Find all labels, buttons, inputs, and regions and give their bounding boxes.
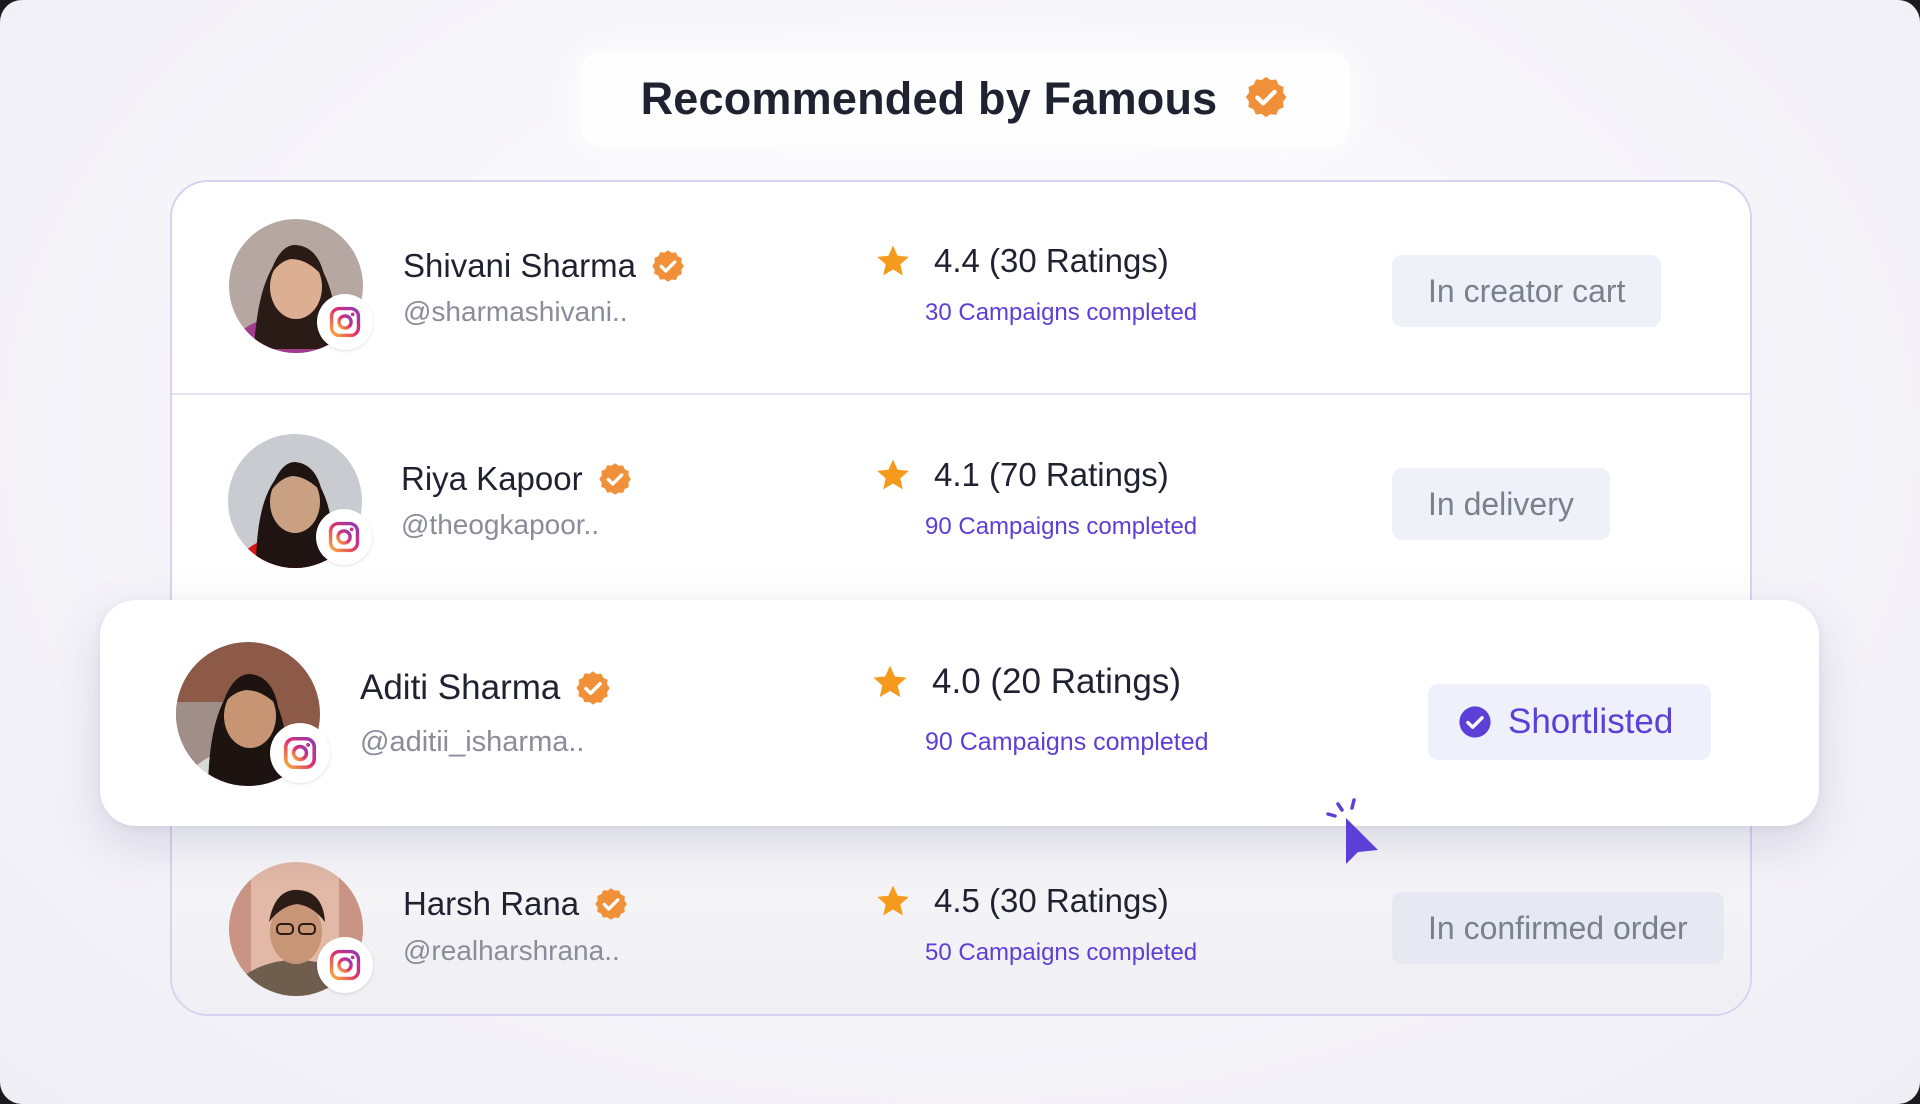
star-icon [877,885,909,916]
verified-badge-icon [652,250,684,282]
instagram-icon [317,294,373,350]
check-circle-icon [1459,706,1491,738]
star-icon [877,245,909,276]
creator-row-harsh[interactable]: Harsh Rana @realharshrana.. 4.5 (30 Rati… [172,822,1750,1014]
creator-name: Harsh Rana [403,885,580,922]
status-badge[interactable]: In confirmed order [1392,892,1724,964]
status-badge[interactable]: In creator cart [1392,255,1662,327]
canvas: Recommended by Famous Shivani Sharma @sh… [0,0,1920,1104]
creator-handle: @theogkapoor.. [401,509,600,540]
creator-name: Riya Kapoor [401,460,583,497]
creator-row-riya[interactable]: Riya Kapoor @theogkapoor.. 4.1 (70 Ratin… [172,397,1750,610]
instagram-icon [316,509,372,565]
rating-text: 4.5 (30 Ratings) [934,882,1169,919]
creator-row-aditi[interactable]: Aditi Sharma @aditii_isharma.. 4.0 (20 R… [100,600,1819,826]
creator-row-shivani[interactable]: Shivani Sharma @sharmashivani.. 4.4 (30 … [172,182,1750,395]
verified-badge-icon [1243,74,1289,125]
status-badge[interactable]: In delivery [1392,468,1610,540]
creator-name: Aditi Sharma [360,668,561,707]
header: Recommended by Famous [580,52,1350,146]
verified-badge-icon [595,888,627,920]
campaigns-completed: 50 Campaigns completed [925,939,1198,966]
creator-list: Shivani Sharma @sharmashivani.. 4.4 (30 … [170,180,1752,1016]
shortlisted-button[interactable]: Shortlisted [1428,684,1712,760]
verified-badge-icon [598,463,631,495]
creator-name: Shivani Sharma [403,247,636,284]
campaigns-completed: 90 Campaigns completed [925,728,1209,756]
instagram-icon [317,937,373,993]
star-icon [877,459,909,490]
rating-text: 4.4 (30 Ratings) [934,242,1169,279]
cursor-click-icon [1322,796,1388,873]
creator-handle: @aditii_isharma.. [360,726,585,758]
rating-text: 4.0 (20 Ratings) [932,662,1182,701]
star-icon [873,665,907,698]
page-title: Recommended by Famous [640,73,1218,124]
rating-text: 4.1 (70 Ratings) [934,456,1169,493]
campaigns-completed: 30 Campaigns completed [925,299,1198,326]
instagram-icon [270,723,330,783]
verified-badge-icon [576,671,611,705]
creator-handle: @realharshrana.. [403,935,620,966]
creator-handle: @sharmashivani.. [403,296,628,327]
status-label: Shortlisted [1508,702,1674,741]
campaigns-completed: 90 Campaigns completed [925,513,1198,540]
